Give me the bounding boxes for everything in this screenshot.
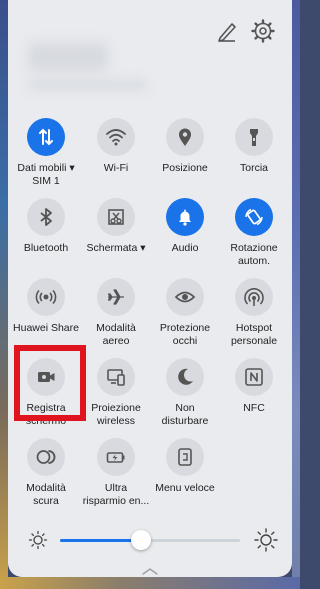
tile-nfc[interactable]: NFC [218,358,290,434]
blurred-date [28,78,148,92]
tile-label-eye-protection: Protezione occhi [159,322,211,347]
brightness-fill [60,539,141,542]
bell-icon[interactable] [166,198,204,236]
sun-small-icon [28,530,48,550]
brightness-thumb[interactable] [131,530,151,550]
tile-label-mobile-data: Dati mobili ▾ SIM 1 [17,162,75,187]
screen-record-highlight-box [14,345,86,421]
tile-screenshot[interactable]: Schermata ▾ [80,198,152,274]
tile-label-torch: Torcia [239,162,268,174]
eye-icon[interactable] [166,278,204,316]
gear-icon[interactable] [250,18,276,44]
tile-airplane[interactable]: Modalità aereo [80,278,152,354]
tile-do-not-disturb[interactable]: Non disturbare [149,358,221,434]
quick-menu-icon[interactable] [166,438,204,476]
tile-huawei-share[interactable]: Huawei Share [10,278,82,354]
tile-label-dark-mode: Modalità scura [26,482,66,507]
tile-label-screenshot: Schermata ▾ [86,242,146,254]
tile-mobile-data[interactable]: Dati mobili ▾ SIM 1 [10,118,82,194]
tile-auto-rotate[interactable]: Rotazione autom. [218,198,290,274]
huawei-share-icon[interactable] [27,278,65,316]
tile-label-ultra-power-saving: Ultra risparmio en... [82,482,150,507]
wallpaper-bottom-edge [0,577,300,589]
location-pin-icon[interactable] [166,118,204,156]
tile-label-audio: Audio [171,242,199,254]
tile-location[interactable]: Posizione [149,118,221,194]
wallpaper-right-edge [292,0,300,589]
tile-label-nfc: NFC [243,402,265,414]
tile-wireless-projection[interactable]: Proiezione wireless [80,358,152,434]
brightness-slider[interactable] [28,528,278,552]
airplane-icon[interactable] [97,278,135,316]
tile-label-airplane: Modalità aereo [96,322,136,347]
tile-label-bluetooth: Bluetooth [23,242,69,254]
tile-audio[interactable]: Audio [149,198,221,274]
quick-settings-panel: Dati mobili ▾ SIM 1 Wi-Fi Posizione Torcia B… [8,0,292,577]
tile-quick-menu[interactable]: Menu veloce [149,438,221,514]
tile-hotspot[interactable]: Hotspot personale [218,278,290,354]
tile-torch[interactable]: Torcia [218,118,290,194]
projection-icon[interactable] [97,358,135,396]
dark-mode-icon[interactable] [27,438,65,476]
pencil-edit-icon[interactable] [214,18,240,44]
screenshot-icon[interactable] [97,198,135,236]
tile-bluetooth[interactable]: Bluetooth [10,198,82,274]
sun-large-icon [254,528,278,552]
moon-icon[interactable] [166,358,204,396]
tile-label-do-not-disturb: Non disturbare [161,402,209,427]
tile-label-huawei-share: Huawei Share [13,322,79,334]
nfc-icon[interactable] [235,358,273,396]
tile-ultra-power-saving[interactable]: Ultra risparmio en... [80,438,152,514]
mobile-data-arrows-icon[interactable] [27,118,65,156]
tile-label-wireless-projection: Proiezione wireless [91,402,141,427]
tile-label-location: Posizione [162,162,208,174]
rotate-icon[interactable] [235,198,273,236]
tile-label-hotspot: Hotspot personale [230,322,278,347]
bluetooth-icon[interactable] [27,198,65,236]
tile-label-quick-menu: Menu veloce [155,482,215,494]
tile-label-wifi: Wi-Fi [103,162,129,174]
flashlight-icon[interactable] [235,118,273,156]
tile-dark-mode[interactable]: Modalità scura [10,438,82,514]
battery-saver-icon[interactable] [97,438,135,476]
wifi-icon[interactable] [97,118,135,156]
tile-wifi[interactable]: Wi-Fi [80,118,152,194]
hotspot-icon[interactable] [235,278,273,316]
blurred-clock [28,42,108,72]
wallpaper-left-edge [0,0,8,589]
panel-collapse-handle[interactable] [142,562,158,575]
tile-eye-protection[interactable]: Protezione occhi [149,278,221,354]
tile-label-auto-rotate: Rotazione autom. [230,242,278,267]
